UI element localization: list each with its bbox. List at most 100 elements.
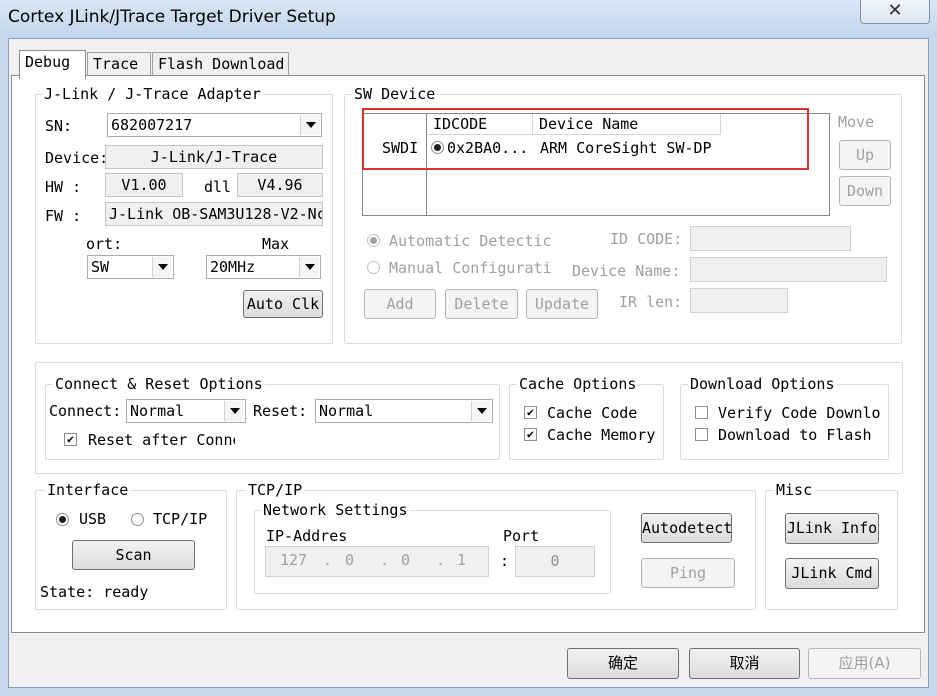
ip-octet-2: 0 — [345, 551, 355, 569]
max-label: Max — [262, 235, 290, 253]
jlink-info-button[interactable]: JLink Info — [785, 513, 879, 544]
sw-device-legend: SW Device — [352, 85, 438, 103]
chevron-down-icon — [224, 401, 244, 421]
scan-button[interactable]: Scan — [72, 540, 195, 570]
id-code-field[interactable] — [690, 226, 851, 251]
port-select[interactable]: SW — [87, 255, 174, 279]
up-button[interactable]: Up — [839, 140, 891, 170]
connect-reset-legend: Connect & Reset Options — [53, 375, 265, 393]
reset-select[interactable]: Normal — [315, 399, 493, 423]
interface-legend: Interface — [45, 481, 131, 499]
port-label: ort: — [86, 235, 123, 253]
cache-memory-checkbox[interactable]: ✔ — [524, 428, 537, 441]
reset-value: Normal — [319, 402, 374, 420]
chevron-down-icon — [299, 257, 319, 277]
connect-label: Connect: — [49, 402, 122, 420]
close-icon: ✕ — [887, 0, 903, 21]
jlink-cmd-button[interactable]: JLink Cmd — [785, 558, 879, 589]
sn-select[interactable]: 682007217 — [107, 113, 322, 137]
add-button[interactable]: Add — [364, 289, 436, 319]
connect-value: Normal — [130, 402, 185, 420]
reset-after-connect-label: Reset after Conne — [88, 431, 235, 449]
apply-button[interactable]: 应用(A) — [808, 648, 921, 679]
cache-code-label: Cache Code — [547, 404, 638, 422]
ip-dot: . — [323, 551, 333, 569]
download-to-flash-label: Download to Flash — [718, 426, 872, 444]
device-name-field[interactable] — [690, 257, 887, 282]
cache-memory-label: Cache Memory — [547, 426, 656, 444]
dll-label: dll — [204, 178, 232, 196]
cancel-button[interactable]: 取消 — [689, 648, 800, 679]
automatic-detection-label: Automatic Detectic — [389, 232, 552, 250]
max-clock-value: 20MHz — [210, 258, 256, 276]
dll-field: V4.96 — [237, 173, 323, 197]
tab-flash-download[interactable]: Flash Download — [152, 52, 289, 76]
hw-field: V1.00 — [105, 173, 183, 197]
cache-code-checkbox[interactable]: ✔ — [524, 406, 537, 419]
tcpip-radio[interactable] — [131, 513, 144, 526]
ir-len-field[interactable] — [690, 288, 788, 313]
verify-code-download-checkbox[interactable] — [695, 406, 708, 419]
hw-label: HW : — [45, 178, 82, 196]
manual-configuration-radio[interactable] — [367, 261, 380, 274]
misc-group — [765, 490, 898, 610]
port-value: SW — [91, 258, 110, 276]
ip-octet-3: 0 — [401, 551, 411, 569]
adapter-legend: J-Link / J-Trace Adapter — [42, 85, 263, 103]
ping-button[interactable]: Ping — [641, 558, 735, 588]
down-button[interactable]: Down — [839, 176, 891, 206]
download-to-flash-checkbox[interactable] — [695, 428, 708, 441]
fw-field: J-Link OB-SAM3U128-V2-Nc — [105, 202, 323, 226]
reset-label: Reset: — [253, 402, 308, 420]
tab-debug[interactable]: Debug — [19, 50, 86, 79]
cache-options-group — [509, 384, 664, 460]
move-label: Move — [838, 113, 875, 131]
id-code-label: ID CODE: — [610, 230, 683, 248]
max-clock-select[interactable]: 20MHz — [206, 255, 321, 279]
device-name-label: Device Name: — [572, 262, 681, 280]
verify-code-download-label: Verify Code Downlo — [718, 404, 881, 422]
chevron-down-icon — [471, 401, 491, 421]
ip-dot: . — [436, 551, 446, 569]
window-title: Cortex JLink/JTrace Target Driver Setup — [8, 7, 336, 27]
port-label-tcp: Port — [503, 527, 540, 545]
ip-dot: . — [380, 551, 390, 569]
autodetect-button[interactable]: Autodetect — [641, 513, 732, 543]
close-button[interactable]: ✕ — [860, 0, 930, 24]
checkmark-icon: ✔ — [526, 427, 535, 441]
device-label: Device: — [45, 149, 109, 167]
fw-label: FW : — [45, 207, 82, 225]
port-colon: : — [500, 552, 510, 570]
tab-label: Trace — [93, 55, 139, 73]
update-button[interactable]: Update — [526, 289, 598, 319]
reset-after-connect-checkbox[interactable]: ✔ — [64, 433, 77, 446]
auto-clk-button[interactable]: Auto Clk — [243, 290, 323, 318]
ip-octet-1: 127 — [280, 551, 308, 569]
network-settings-legend: Network Settings — [261, 501, 410, 519]
state-text: State: ready — [40, 583, 149, 601]
checkmark-icon: ✔ — [526, 405, 535, 419]
automatic-detection-radio[interactable] — [367, 234, 380, 247]
checkmark-icon: ✔ — [66, 432, 75, 446]
ok-button[interactable]: 确定 — [567, 648, 679, 679]
cache-options-legend: Cache Options — [517, 375, 639, 393]
sn-label: SN: — [45, 117, 73, 135]
download-options-group — [680, 384, 889, 460]
chevron-down-icon — [300, 115, 320, 135]
red-highlight-box — [362, 108, 809, 170]
tab-trace[interactable]: Trace — [87, 52, 151, 76]
sn-value: 682007217 — [111, 116, 193, 134]
download-options-legend: Download Options — [688, 375, 837, 393]
usb-radio[interactable] — [56, 513, 69, 526]
tab-label: Flash Download — [158, 55, 285, 73]
chevron-down-icon — [152, 257, 172, 277]
tcpip-label: TCP/IP — [153, 510, 208, 528]
usb-label: USB — [79, 510, 107, 528]
ir-len-label: IR len: — [619, 293, 683, 311]
connect-select[interactable]: Normal — [126, 399, 246, 423]
device-field: J-Link/J-Trace — [105, 145, 323, 169]
delete-button[interactable]: Delete — [445, 289, 518, 319]
tab-label: Debug — [25, 53, 71, 71]
port-field[interactable]: 0 — [515, 546, 595, 577]
ip-address-label: IP-Addres — [266, 527, 348, 545]
